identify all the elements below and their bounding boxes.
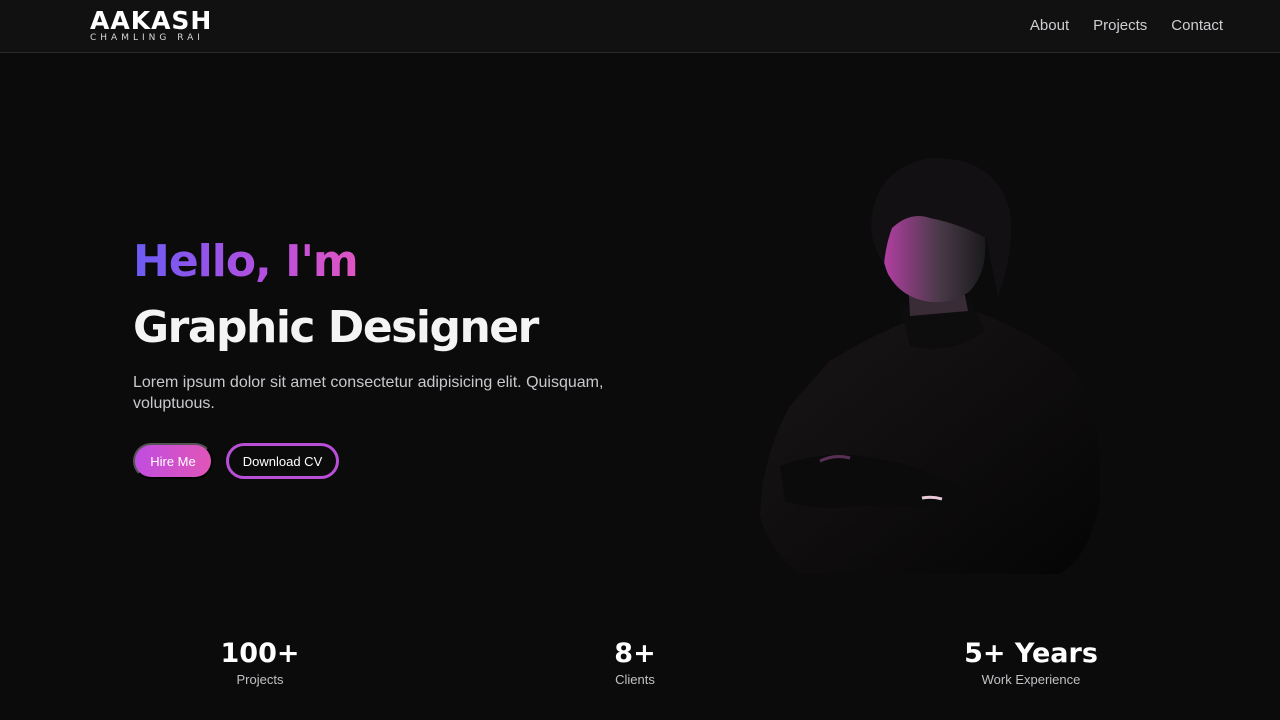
stat-experience: 5+ Years Work Experience: [951, 638, 1111, 687]
navbar: AAKASH CHAMLING RAI About Projects Conta…: [0, 0, 1280, 53]
stat-projects-label: Projects: [236, 672, 284, 687]
brand-name: AAKASH: [90, 6, 213, 35]
stat-clients: 8+ Clients: [575, 638, 695, 687]
hero-role-title: Graphic Designer: [133, 302, 539, 353]
portrait-hand-highlight: [921, 495, 943, 501]
brand-tagline: CHAMLING RAI: [90, 33, 204, 43]
stat-clients-value: 8+: [614, 638, 656, 669]
download-cv-button[interactable]: Download CV: [226, 443, 339, 479]
brand-logo[interactable]: AAKASH CHAMLING RAI: [90, 6, 213, 43]
portrait-image: [760, 157, 1100, 574]
stat-experience-label: Work Experience: [981, 672, 1081, 687]
hero-section: Hello, I'm Graphic Designer Lorem ipsum …: [133, 236, 653, 479]
nav-link-projects[interactable]: Projects: [1093, 17, 1147, 34]
nav-link-about[interactable]: About: [1030, 17, 1069, 34]
stat-projects-value: 100+: [220, 638, 300, 669]
stat-experience-value: 5+ Years: [964, 638, 1098, 669]
stats-section: 100+ Projects 8+ Clients 5+ Years Work E…: [0, 638, 1280, 698]
stat-clients-label: Clients: [615, 672, 655, 687]
nav-link-contact[interactable]: Contact: [1171, 17, 1223, 34]
stat-projects: 100+ Projects: [200, 638, 320, 687]
hero-intro-text: Lorem ipsum dolor sit amet consectetur a…: [133, 374, 604, 412]
hero-greeting: Hello, I'm: [133, 236, 359, 287]
nav-links: About Projects Contact: [1030, 17, 1223, 34]
hire-me-button[interactable]: Hire Me: [133, 443, 213, 479]
hero-buttons: Hire Me Download CV: [133, 443, 653, 479]
